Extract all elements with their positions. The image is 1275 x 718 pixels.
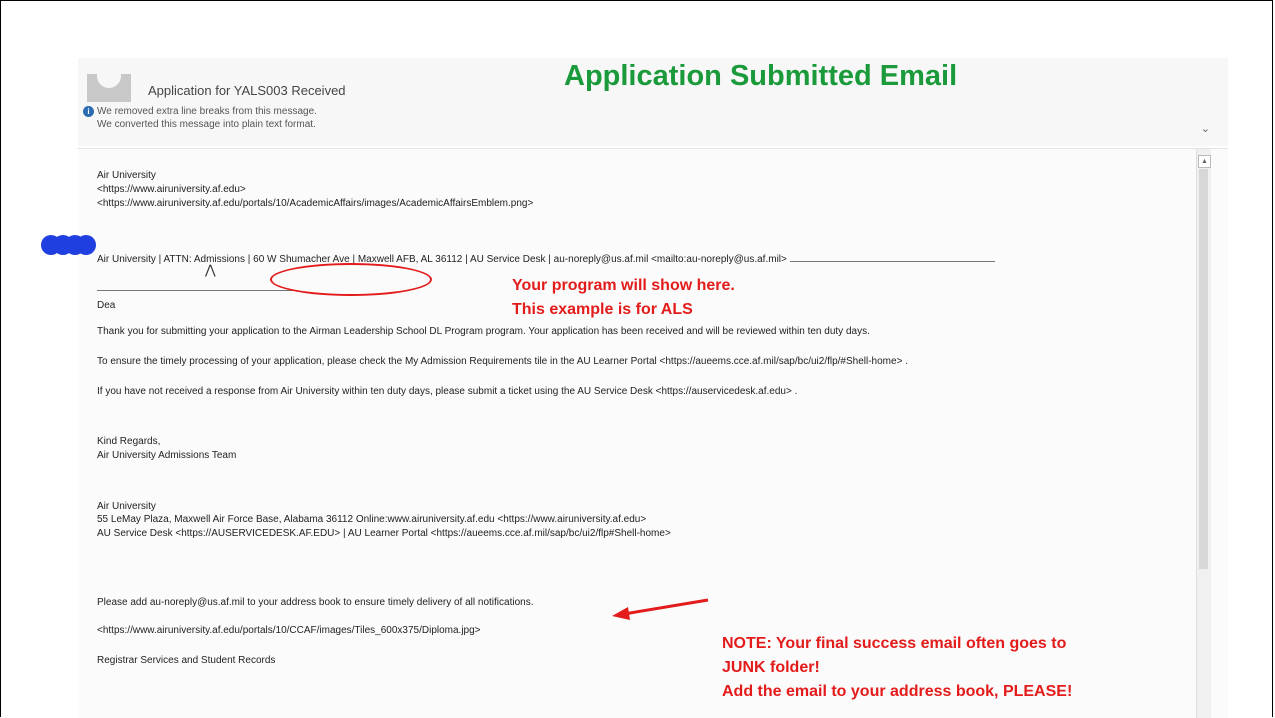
note-arrow-icon bbox=[612, 598, 709, 620]
